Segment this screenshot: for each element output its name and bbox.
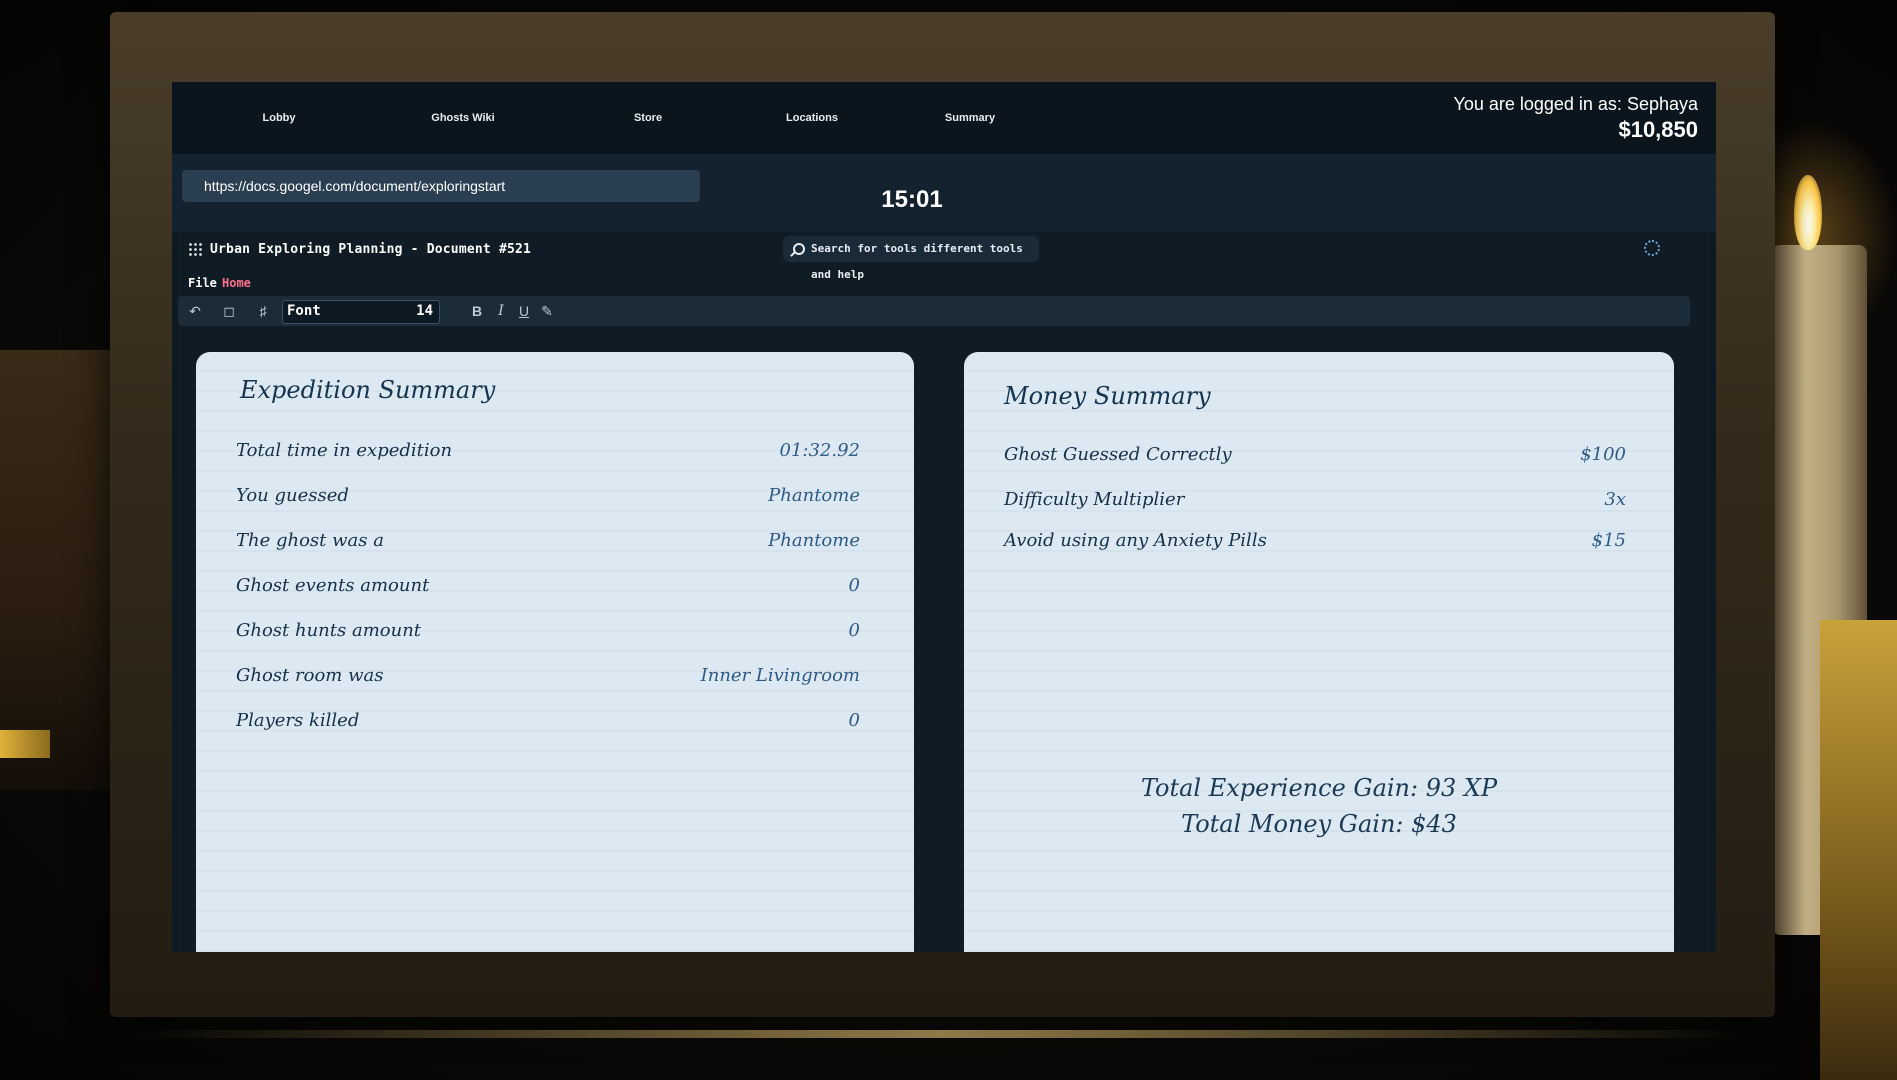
background-light (0, 730, 50, 758)
undo-icon[interactable]: ↶ (186, 302, 204, 320)
address-row: https://docs.googel.com/document/explori… (172, 154, 1716, 232)
expedition-row: Ghost events amount 0 (236, 575, 860, 599)
row-value: 0 (848, 710, 860, 731)
total-money-gain: Total Money Gain: $43 (1181, 810, 1457, 838)
expedition-summary-panel: Expedition Summary Total time in expedit… (196, 352, 914, 952)
font-selector[interactable]: Font 14 (282, 300, 440, 324)
row-label: Ghost Guessed Correctly (1004, 444, 1232, 465)
nav-ghosts-wiki[interactable]: Ghosts Wiki (431, 112, 494, 124)
row-value: 0 (848, 620, 860, 641)
url-bar[interactable]: https://docs.googel.com/document/explori… (182, 170, 700, 202)
menu-file[interactable]: File (188, 276, 217, 290)
clock: 15:01 (881, 186, 943, 213)
document-header: Urban Exploring Planning - Document #521… (178, 232, 1710, 281)
monitor-screen: Lobby Ghosts Wiki Store Locations Summar… (172, 82, 1716, 952)
font-size: 14 (416, 303, 433, 319)
apps-grid-icon[interactable] (188, 242, 202, 256)
expedition-row: You guessed Phantome (236, 485, 860, 509)
row-label: Ghost events amount (236, 575, 430, 596)
document-app: Urban Exploring Planning - Document #521… (178, 232, 1710, 952)
row-label: Total time in expedition (236, 440, 453, 461)
paint-format-icon[interactable]: ♯ (254, 302, 272, 320)
expedition-row: The ghost was a Phantome (236, 530, 860, 554)
user-info: You are logged in as: Sephaya $10,850 (1453, 94, 1698, 143)
row-label: The ghost was a (236, 530, 384, 551)
user-balance: $10,850 (1618, 117, 1698, 142)
money-row: Avoid using any Anxiety Pills $15 (1004, 530, 1626, 554)
bold-button[interactable]: B (468, 302, 486, 320)
menu-home[interactable]: Home (222, 276, 251, 290)
row-value: $15 (1591, 530, 1626, 551)
expedition-summary-title: Expedition Summary (240, 376, 496, 404)
total-experience-gain: Total Experience Gain: 93 XP (1140, 774, 1498, 802)
row-label: Ghost hunts amount (236, 620, 422, 641)
row-label: Difficulty Multiplier (1004, 489, 1185, 510)
top-navigation: Lobby Ghosts Wiki Store Locations Summar… (172, 82, 1716, 154)
row-value: 0 (848, 575, 860, 596)
settings-icon[interactable] (1644, 240, 1660, 256)
row-label: Ghost room was (236, 665, 384, 686)
document-title: Urban Exploring Planning - Document #521 (210, 242, 532, 257)
expedition-row: Players killed 0 (236, 710, 860, 734)
formatting-toolbar: ↶ ◻ ♯ Font 14 B I U ✎ (178, 296, 1690, 326)
font-name: Font (287, 303, 321, 319)
row-value: Phantome (768, 485, 860, 506)
row-label: Avoid using any Anxiety Pills (1004, 530, 1267, 551)
search-icon (793, 243, 805, 255)
row-value: Inner Livingroom (700, 665, 860, 686)
row-label: You guessed (236, 485, 349, 506)
expedition-row: Ghost room was Inner Livingroom (236, 665, 860, 689)
row-value: $100 (1580, 444, 1626, 465)
expedition-row: Ghost hunts amount 0 (236, 620, 860, 644)
background-paper (1820, 620, 1897, 1080)
menu-bar: File Home (178, 268, 1710, 296)
row-value: 01:32.92 (779, 440, 861, 461)
background-shelf (0, 350, 125, 790)
nav-lobby[interactable]: Lobby (263, 112, 296, 124)
italic-button[interactable]: I (492, 302, 510, 320)
monitor-bezel-highlight (140, 1030, 1740, 1038)
highlight-icon[interactable]: ✎ (538, 302, 556, 320)
row-value: 3x (1604, 489, 1626, 510)
money-row: Difficulty Multiplier 3x (1004, 489, 1626, 513)
money-summary-title: Money Summary (1004, 382, 1211, 410)
candle-flame (1794, 175, 1822, 250)
underline-button[interactable]: U (515, 302, 533, 320)
nav-summary[interactable]: Summary (945, 112, 995, 124)
row-label: Players killed (236, 710, 360, 731)
expedition-row: Total time in expedition 01:32.92 (236, 440, 860, 464)
money-summary-panel: Money Summary Ghost Guessed Correctly $1… (964, 352, 1674, 952)
nav-locations[interactable]: Locations (786, 112, 838, 124)
search-input[interactable]: Search for tools different tools and hel… (783, 236, 1039, 281)
money-row: Ghost Guessed Correctly $100 (1004, 444, 1626, 468)
clipboard-icon[interactable]: ◻ (220, 302, 238, 320)
logged-in-user: You are logged in as: Sephaya (1453, 94, 1698, 114)
nav-store[interactable]: Store (634, 112, 662, 124)
row-value: Phantome (768, 530, 860, 551)
